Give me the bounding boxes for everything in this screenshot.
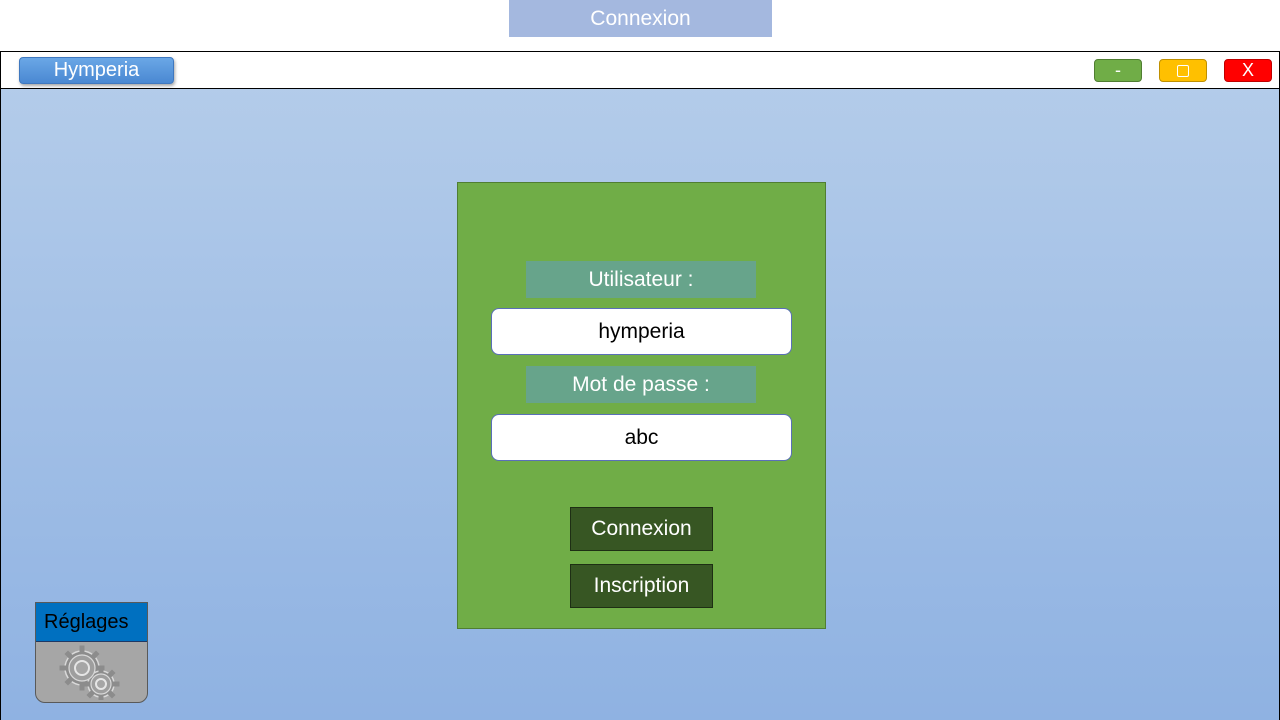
password-field[interactable]: abc (491, 414, 792, 461)
maximize-icon (1177, 64, 1189, 77)
login-button[interactable]: Connexion (570, 507, 713, 551)
settings-button[interactable]: Réglages (35, 602, 148, 703)
password-label: Mot de passe : (526, 366, 756, 403)
minimize-button[interactable]: - (1094, 59, 1142, 82)
username-label: Utilisateur : (526, 261, 756, 298)
app-title-badge: Hymperia (19, 57, 174, 84)
username-field[interactable]: hymperia (491, 308, 792, 355)
app-window: Hymperia - X Utilisateur : hymperia Mot … (0, 51, 1280, 720)
register-button[interactable]: Inscription (570, 564, 713, 608)
title-bar[interactable]: Hymperia - X (1, 52, 1279, 89)
gear-icon (54, 644, 124, 702)
close-button[interactable]: X (1224, 59, 1272, 82)
page-header-title: Connexion (509, 0, 772, 37)
maximize-button[interactable] (1159, 59, 1207, 82)
login-panel: Utilisateur : hymperia Mot de passe : ab… (457, 182, 826, 629)
settings-label: Réglages (36, 603, 147, 642)
